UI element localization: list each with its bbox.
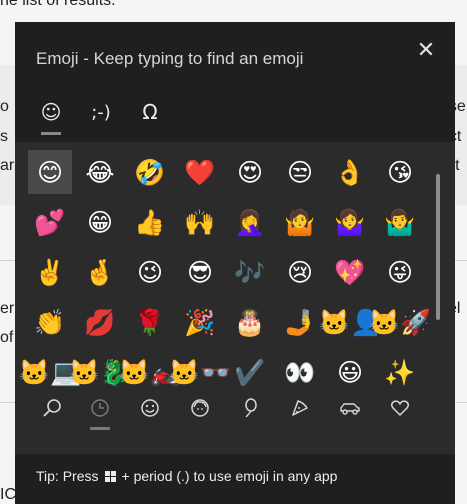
heart-icon bbox=[390, 400, 410, 416]
emoji-cell[interactable]: ✌️ bbox=[28, 250, 72, 294]
tip-prefix: Tip: Press bbox=[36, 468, 99, 484]
emoji-cell[interactable]: 😁 bbox=[78, 200, 122, 244]
emoji-cell[interactable]: 👀 bbox=[278, 350, 322, 391]
emoji-cell[interactable]: 😜 bbox=[378, 250, 422, 294]
emoji-cell[interactable]: 🤳 bbox=[278, 300, 322, 344]
emoji-cell-selected[interactable]: 😊 bbox=[28, 150, 72, 194]
category-celebrations[interactable] bbox=[235, 393, 265, 423]
emoji-grid: 😊 😂 🤣 ❤️ 😍 😒 👌 😘 💕 😁 👍 🙌 🤦‍♀️ 🤷 🤷‍♀️ 🤷‍♂️ ✌️ 🤞 😉 😎 🎶 😢 💖 😜 👏 💋 🌹 🎉 🎂… bbox=[15, 142, 455, 391]
smiley-tab-icon: ☺ bbox=[40, 100, 62, 124]
car-icon bbox=[340, 403, 360, 415]
emoji-cell[interactable]: 🌹 bbox=[128, 300, 172, 344]
emoji-cell[interactable]: 🎶 bbox=[228, 250, 272, 294]
people-icon bbox=[191, 399, 209, 417]
emoji-cell[interactable]: 👍 bbox=[128, 200, 172, 244]
omega-tab-icon: Ω bbox=[142, 100, 158, 124]
emoji-cell[interactable]: 👏 bbox=[28, 300, 72, 344]
category-bar bbox=[15, 391, 455, 431]
emoji-cell[interactable]: 🙌 bbox=[178, 200, 222, 244]
background-text: s bbox=[0, 128, 8, 145]
category-selected-indicator bbox=[90, 427, 110, 430]
emoji-cell[interactable]: 🤦‍♀️ bbox=[228, 200, 272, 244]
panel-title: Emoji - Keep typing to find an emoji bbox=[36, 49, 304, 68]
emoji-cell[interactable]: 😃 bbox=[328, 350, 372, 391]
emoji-cell[interactable]: 🤞 bbox=[78, 250, 122, 294]
panel-header: Emoji - Keep typing to find an emoji ✕ bbox=[15, 22, 455, 90]
tip-suffix: + period (.) to use emoji in any app bbox=[121, 468, 338, 484]
emoji-cell[interactable]: 💋 bbox=[78, 300, 122, 344]
emoji-cell[interactable]: 🐱‍👓 bbox=[169, 350, 231, 391]
tab-symbols[interactable]: Ω bbox=[133, 90, 167, 134]
emoji-cell[interactable]: 🤷‍♂️ bbox=[378, 200, 422, 244]
balloon-icon bbox=[245, 398, 257, 418]
emoji-cell[interactable]: 💖 bbox=[328, 250, 372, 294]
emoji-cell[interactable]: 🐱‍💻 bbox=[19, 350, 81, 391]
emoji-cell[interactable]: 🤷 bbox=[278, 200, 322, 244]
tab-emoji[interactable]: ☺ bbox=[34, 90, 68, 134]
kaomoji-tab-icon: ;-) bbox=[91, 101, 111, 123]
windows-logo-icon bbox=[104, 470, 116, 482]
panel-tabs: ☺ ;-) Ω bbox=[15, 90, 455, 142]
emoji-cell[interactable]: ✔️ bbox=[228, 350, 272, 391]
tab-kaomoji[interactable]: ;-) bbox=[84, 90, 118, 134]
emoji-cell[interactable]: 😍 bbox=[228, 150, 272, 194]
emoji-panel: Emoji - Keep typing to find an emoji ✕ ☺… bbox=[15, 22, 455, 504]
emoji-cell[interactable]: ❤️ bbox=[178, 150, 222, 194]
emoji-cell[interactable]: 🐱‍🐉 bbox=[69, 350, 131, 391]
close-button[interactable]: ✕ bbox=[409, 34, 443, 68]
tip-text: Tip: Press + period (.) to use emoji in … bbox=[36, 468, 337, 484]
emoji-cell[interactable]: 😘 bbox=[378, 150, 422, 194]
emoji-cell[interactable]: 👌 bbox=[328, 150, 372, 194]
category-food[interactable] bbox=[285, 393, 315, 423]
panel-footer: Tip: Press + period (.) to use emoji in … bbox=[15, 454, 455, 504]
category-recent[interactable] bbox=[85, 393, 115, 423]
category-search[interactable] bbox=[37, 393, 67, 423]
emoji-cell[interactable]: 😎 bbox=[178, 250, 222, 294]
emoji-cell[interactable]: 💕 bbox=[28, 200, 72, 244]
pizza-icon bbox=[292, 400, 308, 416]
category-travel[interactable] bbox=[335, 393, 365, 423]
emoji-cell[interactable]: ✨ bbox=[378, 350, 422, 391]
emoji-cell[interactable]: 🐱‍👤 bbox=[319, 300, 381, 344]
emoji-cell[interactable]: 😢 bbox=[278, 250, 322, 294]
grid-scrollbar[interactable] bbox=[436, 174, 440, 320]
background-text: er bbox=[0, 300, 15, 317]
background-text: o bbox=[0, 98, 9, 115]
emoji-cell[interactable]: 😂 bbox=[78, 150, 122, 194]
background-text: of bbox=[0, 329, 14, 346]
tab-selected-indicator bbox=[41, 132, 61, 135]
recent-clock-icon bbox=[91, 399, 109, 417]
emoji-cell[interactable]: 😒 bbox=[278, 150, 322, 194]
emoji-cell[interactable]: 🐱‍🏍 bbox=[119, 350, 181, 391]
emoji-cell[interactable]: 🐱‍🚀 bbox=[369, 300, 431, 344]
search-icon bbox=[43, 399, 61, 417]
category-people[interactable] bbox=[185, 393, 215, 423]
category-symbols[interactable] bbox=[385, 393, 415, 423]
close-icon: ✕ bbox=[416, 38, 436, 63]
emoji-cell[interactable]: 🤣 bbox=[128, 150, 172, 194]
emoji-cell[interactable]: 🎉 bbox=[178, 300, 222, 344]
smiley-face-icon bbox=[141, 399, 159, 417]
category-smileys[interactable] bbox=[135, 393, 165, 423]
emoji-cell[interactable]: 😉 bbox=[128, 250, 172, 294]
background-text: he list of results. bbox=[0, 0, 116, 9]
emoji-cell[interactable]: 🎂 bbox=[228, 300, 272, 344]
background-text: ar bbox=[0, 157, 15, 174]
emoji-cell[interactable]: 🤷‍♀️ bbox=[328, 200, 372, 244]
